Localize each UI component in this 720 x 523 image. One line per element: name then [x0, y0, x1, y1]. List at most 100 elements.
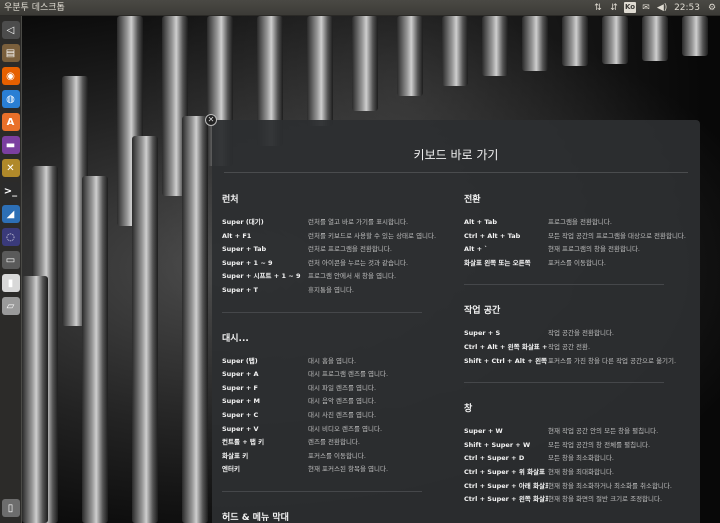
volume-icon[interactable]: ◀) [654, 0, 670, 16]
tools-icon[interactable]: ✕ [1, 159, 20, 177]
shortcut-row: Super + T 휴지통을 엽니다. [222, 284, 444, 298]
typewriter-key [397, 16, 423, 96]
typewriter-key [352, 16, 378, 111]
shortcut-description: 대시 파일 렌즈를 엽니다. [308, 383, 377, 392]
shortcut-description: 대시 음악 렌즈를 엽니다. [308, 397, 377, 406]
shortcut-row: Super + 1 ~ 9 런처 아이콘을 누르는 것과 같습니다. [222, 257, 444, 271]
shortcut-key: Ctrl + Super + 아래 화살표 [464, 481, 548, 490]
shortcut-key: 컨트롤 + 탭 키 [222, 438, 265, 447]
keyboard-layout-icon[interactable]: Ko [622, 0, 638, 16]
office-icon[interactable]: ▬ [1, 136, 20, 154]
workspace-switcher-icon[interactable]: ◌ [1, 228, 20, 246]
shortcut-key: Shift + Super + W [464, 440, 531, 449]
section-divider [464, 382, 664, 384]
shortcut-description: 런처를 키보드로 사용할 수 있는 상태로 엽니다. [308, 231, 437, 240]
browser-icon[interactable]: ◍ [1, 90, 20, 108]
shortcut-key: 엔터키 [222, 465, 240, 474]
shortcut-row: Super + S 작업 공간을 전환합니다. [464, 327, 686, 341]
shortcut-description: 현재 창을 최대화합니다. [548, 467, 614, 476]
shortcut-row: 엔터키 현재 포커스된 항목을 엽니다. [222, 463, 444, 477]
typewriter-key [82, 176, 108, 523]
shortcut-key: Ctrl + Super + 위 화살표 [464, 467, 546, 476]
shortcut-key: Ctrl + Alt + 왼쪽 화살표 + ... [464, 342, 548, 351]
shortcut-key: Alt + ` [464, 245, 488, 254]
shortcut-key: 화살표 키 [222, 451, 249, 460]
right-column: 전환 Alt + Tab 프로그램을 전환합니다. Ctrl + Alt + Tab 모… [464, 194, 686, 507]
shortcut-row: Alt + ` 현재 프로그램의 창을 전환합니다. [464, 243, 686, 257]
shortcut-description: 현재 포커스된 항목을 엽니다. [308, 465, 389, 474]
shortcut-description: 대시 비디오 렌즈를 엽니다. [308, 424, 383, 433]
section-heading: 허드 & 메뉴 막대 [222, 512, 289, 523]
shortcut-description: 포커스를 이동합니다. [548, 258, 606, 267]
shortcut-row: Alt + F1 런처를 키보드로 사용할 수 있는 상태로 엽니다. [222, 230, 444, 244]
close-button[interactable]: ✕ [205, 114, 217, 126]
shortcut-key: Super + F [222, 383, 258, 392]
typewriter-key [642, 16, 668, 61]
section-heading: 런처 [222, 195, 239, 205]
sort-icon[interactable]: ⇅ [590, 0, 606, 16]
shortcut-row: Super + M 대시 음악 렌즈를 엽니다. [222, 395, 444, 409]
shortcut-description: 현재 작업 공간 안의 모든 창을 펼칩니다. [548, 427, 659, 436]
shortcut-row: Alt + Tab 프로그램을 전환합니다. [464, 216, 686, 230]
dash-back-icon[interactable]: ◁ [1, 21, 20, 39]
shortcut-key: Shift + Ctrl + Alt + 왼쪽 ... [464, 356, 548, 365]
shortcut-row: 컨트롤 + 탭 키 렌즈를 전환합니다. [222, 436, 444, 450]
terminal-icon[interactable]: >_ [1, 182, 20, 200]
shortcut-description: 렌즈를 전환합니다. [308, 438, 360, 447]
shortcut-row: Super + F 대시 파일 렌즈를 엽니다. [222, 382, 444, 396]
shortcut-key: Ctrl + Alt + Tab [464, 231, 521, 240]
title-divider [224, 172, 688, 173]
shortcut-row: Super + C 대시 사진 렌즈를 엽니다. [222, 409, 444, 423]
shortcut-key: Super + V [222, 424, 259, 433]
shortcut-description: 현재 창을 최소화하거나 최소화를 취소합니다. [548, 481, 672, 490]
typewriter-key [132, 136, 158, 523]
shortcut-key: 화살표 왼쪽 또는 오른쪽 [464, 258, 531, 267]
shortcut-row: Ctrl + Super + 왼쪽 화살표 현재 창을 화면의 절반 크기로 조정… [464, 493, 686, 507]
shortcut-key: Super (대기) [222, 218, 264, 226]
window-title: 우분투 데스크톱 [4, 2, 65, 13]
shortcut-description: 작업 공간 전환. [548, 342, 591, 351]
settings-gear-icon[interactable]: ⚙ [704, 0, 720, 16]
keyboard-shortcuts-overlay: 키보드 바로 가기 런처 Super (대기) 런처를 열고 바로 가기를 표시합니… [212, 120, 700, 523]
shortcut-key: Super + W [464, 427, 503, 436]
software-center-icon[interactable]: A [1, 113, 20, 131]
typewriter-key [522, 16, 548, 71]
mail-icon[interactable]: ✉ [638, 0, 654, 16]
network-icon[interactable]: ⇵ [606, 0, 622, 16]
typewriter-key [307, 16, 333, 126]
launcher: ◁ ▤ ◉ ◍ A ▬ ✕ >_ ◢ ◌ ▭ ▮ ▱ ▯ [0, 16, 22, 523]
shortcut-description: 모든 작업 공간의 창 전체를 펼칩니다. [548, 440, 651, 449]
shortcut-key: Super + M [222, 397, 261, 406]
shortcut-key: Super + T [222, 285, 258, 294]
shortcut-key: Super (탭) [222, 356, 258, 365]
shortcut-description: 대시 홈을 엽니다. [308, 356, 357, 365]
shortcut-description: 프로그램을 전환합니다. [548, 218, 612, 226]
shortcut-row: Ctrl + Super + 위 화살표 현재 창을 최대화합니다. [464, 466, 686, 480]
usb-drive-icon[interactable]: ▮ [1, 274, 20, 292]
shortcut-description: 런처 아이콘을 누르는 것과 같습니다. [308, 258, 409, 267]
overlay-title: 키보드 바로 가기 [413, 148, 499, 162]
files-icon[interactable]: ▤ [1, 44, 20, 62]
shortcut-key: Alt + F1 [222, 231, 252, 240]
shortcut-row: Shift + Ctrl + Alt + 왼쪽 ... 포커스를 가진 창을 다른… [464, 355, 686, 369]
wing-app-icon[interactable]: ◢ [1, 205, 20, 223]
shortcut-row: Ctrl + Alt + 왼쪽 화살표 + ... 작업 공간 전환. [464, 341, 686, 355]
shortcut-row: Shift + Super + W 모든 작업 공간의 창 전체를 펼칩니다. [464, 439, 686, 453]
clock[interactable]: 22:53 [670, 0, 704, 16]
shortcut-description: 현재 프로그램의 창을 전환합니다. [548, 245, 640, 254]
shortcut-key: Ctrl + Super + 왼쪽 화살표 [464, 495, 548, 504]
trash-icon[interactable]: ▯ [1, 499, 20, 517]
drive-icon[interactable]: ▭ [1, 251, 20, 269]
shortcut-description: 모든 창을 최소화합니다. [548, 454, 614, 463]
typewriter-key [22, 276, 48, 523]
section-heading: 전환 [464, 195, 481, 205]
keyboard-indicator: Ko [624, 2, 637, 13]
left-column: 런처 Super (대기) 런처를 열고 바로 가기를 표시합니다. Alt + F1… [222, 194, 444, 523]
shortcut-row: Super (탭) 대시 홈을 엽니다. [222, 355, 444, 369]
section-divider [222, 311, 422, 313]
firefox-icon[interactable]: ◉ [1, 67, 20, 85]
typewriter-key [482, 16, 508, 76]
shortcut-description: 대시 사진 렌즈를 엽니다. [308, 410, 377, 419]
removable-disk-icon[interactable]: ▱ [1, 297, 20, 315]
shortcut-key: Alt + Tab [464, 218, 497, 226]
